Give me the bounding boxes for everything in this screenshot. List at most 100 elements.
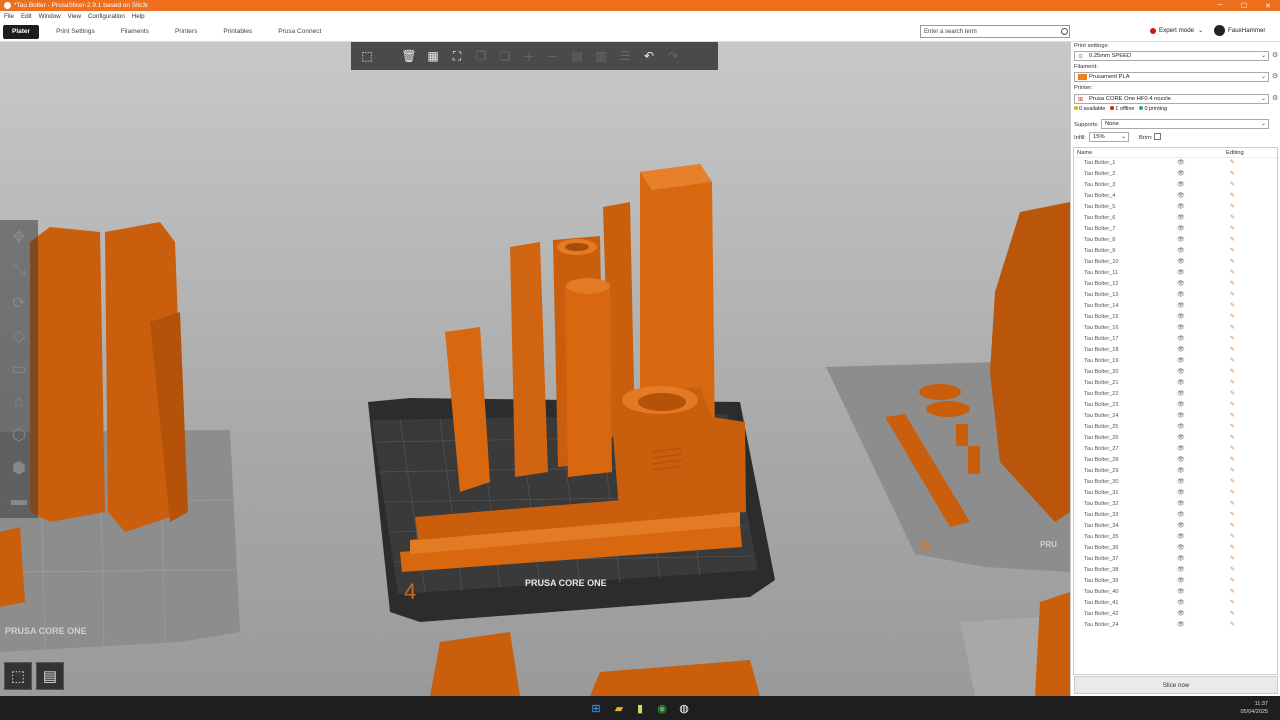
list-item[interactable]: Tau Bolter_22 👁 ✎	[1074, 389, 1277, 400]
search-icon[interactable]	[1061, 28, 1068, 35]
edit-icon[interactable]: ✎	[1230, 500, 1235, 507]
edit-icon[interactable]: ✎	[1230, 621, 1235, 628]
eye-icon[interactable]: 👁	[1177, 599, 1185, 606]
filament-color-swatch[interactable]	[1078, 74, 1087, 80]
tab-printables[interactable]: Printables	[214, 25, 261, 39]
notepad-icon[interactable]: ▮	[633, 701, 647, 715]
edit-icon[interactable]: ✎	[1230, 566, 1235, 573]
edit-icon[interactable]: ✎	[1230, 423, 1235, 430]
eye-icon[interactable]: 👁	[1177, 577, 1185, 584]
redo-icon[interactable]: ↷	[663, 46, 683, 66]
printer-combo[interactable]: ⊞ Prusa CORE One HF0.4 nozzle ⌄	[1074, 94, 1269, 104]
eye-icon[interactable]: 👁	[1177, 434, 1185, 441]
scale-icon[interactable]: ⤡	[0, 253, 38, 286]
list-item[interactable]: Tau Bolter_33 👁 ✎	[1074, 510, 1277, 521]
eye-icon[interactable]: 👁	[1177, 159, 1185, 166]
edit-icon[interactable]: ✎	[1230, 368, 1235, 375]
list-item[interactable]: Tau Bolter_25 👁 ✎	[1074, 422, 1277, 433]
eye-icon[interactable]: 👁	[1177, 247, 1185, 254]
eye-icon[interactable]: 👁	[1177, 489, 1185, 496]
prusaslicer-taskbar-icon[interactable]: ◍	[677, 701, 691, 715]
minimize-button[interactable]: ─	[1208, 0, 1232, 11]
edit-icon[interactable]: ✎	[1230, 379, 1235, 386]
menu-help[interactable]: Help	[132, 13, 145, 20]
list-item[interactable]: Tau Bolter_42 👁 ✎	[1074, 609, 1277, 620]
list-item[interactable]: Tau Bolter_23 👁 ✎	[1074, 400, 1277, 411]
edit-icon[interactable]: ✎	[1230, 544, 1235, 551]
infill-combo[interactable]: 15% ⌄	[1089, 132, 1129, 142]
edit-icon[interactable]: ✎	[1230, 489, 1235, 496]
add-instance-icon[interactable]: ＋	[519, 46, 539, 66]
edit-icon[interactable]: ✎	[1230, 192, 1235, 199]
list-item[interactable]: Tau Bolter_27 👁 ✎	[1074, 444, 1277, 455]
object-list[interactable]: Name Editing Tau Bolter_1 👁 ✎ Tau Bolter_2 👁…	[1073, 147, 1278, 675]
menu-view[interactable]: View	[68, 13, 81, 20]
list-item[interactable]: Tau Bolter_6 👁 ✎	[1074, 213, 1277, 224]
tab-print-settings[interactable]: Print Settings	[47, 25, 104, 39]
edit-icon[interactable]: ✎	[1230, 247, 1235, 254]
seam-painting-icon[interactable]: ⬡	[0, 418, 38, 451]
preview-button[interactable]: ▤	[36, 662, 64, 690]
list-item[interactable]: Tau Bolter_32 👁 ✎	[1074, 499, 1277, 510]
list-item[interactable]: Tau Bolter_11 👁 ✎	[1074, 268, 1277, 279]
eye-icon[interactable]: 👁	[1177, 555, 1185, 562]
eye-icon[interactable]: 👁	[1177, 170, 1185, 177]
list-item[interactable]: Tau Bolter_21 👁 ✎	[1074, 378, 1277, 389]
edit-icon[interactable]: ✎	[1230, 280, 1235, 287]
gear-icon[interactable]: ⚙	[1272, 51, 1278, 59]
eye-icon[interactable]: 👁	[1177, 214, 1185, 221]
eye-icon[interactable]: 👁	[1177, 181, 1185, 188]
list-item[interactable]: Tau Bolter_17 👁 ✎	[1074, 334, 1277, 345]
list-item[interactable]: Tau Bolter_12 👁 ✎	[1074, 279, 1277, 290]
list-item[interactable]: Tau Bolter_8 👁 ✎	[1074, 235, 1277, 246]
list-item[interactable]: Tau Bolter_3 👁 ✎	[1074, 180, 1277, 191]
list-item[interactable]: Tau Bolter_7 👁 ✎	[1074, 224, 1277, 235]
edit-icon[interactable]: ✎	[1230, 181, 1235, 188]
list-item[interactable]: Tau Bolter_41 👁 ✎	[1074, 598, 1277, 609]
edit-icon[interactable]: ✎	[1230, 291, 1235, 298]
edit-icon[interactable]: ✎	[1230, 214, 1235, 221]
place-on-face-icon[interactable]: ◇	[0, 319, 38, 352]
eye-icon[interactable]: 👁	[1177, 335, 1185, 342]
list-item[interactable]: Tau Bolter_28 👁 ✎	[1074, 455, 1277, 466]
edit-icon[interactable]: ✎	[1230, 412, 1235, 419]
eye-icon[interactable]: 👁	[1177, 610, 1185, 617]
windows-start-icon[interactable]: ⊞	[589, 701, 603, 715]
edit-icon[interactable]: ✎	[1230, 203, 1235, 210]
maximize-button[interactable]: ☐	[1232, 0, 1256, 11]
list-item[interactable]: Tau Bolter_24 👁 ✎	[1074, 411, 1277, 422]
list-item[interactable]: Tau Bolter_37 👁 ✎	[1074, 554, 1277, 565]
mesh-icon[interactable]: ⬢	[0, 451, 38, 484]
list-item[interactable]: Tau Bolter_30 👁 ✎	[1074, 477, 1277, 488]
edit-icon[interactable]: ✎	[1230, 555, 1235, 562]
eye-icon[interactable]: 👁	[1177, 258, 1185, 265]
file-explorer-icon[interactable]: ▰	[612, 701, 626, 715]
undo-icon[interactable]: ↶	[639, 46, 659, 66]
gear-icon[interactable]: ⚙	[1272, 72, 1278, 80]
eye-icon[interactable]: 👁	[1177, 445, 1185, 452]
layers-editing-icon[interactable]: ☰	[615, 46, 635, 66]
supports-combo[interactable]: None ⌄	[1101, 119, 1269, 129]
list-item[interactable]: Tau Bolter_34 👁 ✎	[1074, 521, 1277, 532]
edit-icon[interactable]: ✎	[1230, 478, 1235, 485]
list-item[interactable]: Tau Bolter_38 👁 ✎	[1074, 565, 1277, 576]
eye-icon[interactable]: 👁	[1177, 621, 1185, 628]
eye-icon[interactable]: 👁	[1177, 225, 1185, 232]
list-item[interactable]: Tau Bolter_15 👁 ✎	[1074, 312, 1277, 323]
eye-icon[interactable]: 👁	[1177, 456, 1185, 463]
filament-combo[interactable]: Prusament PLA ⌄	[1074, 72, 1269, 82]
close-button[interactable]: ✕	[1256, 0, 1280, 11]
edit-icon[interactable]: ✎	[1230, 346, 1235, 353]
gear-icon[interactable]: ⚙	[1272, 94, 1278, 102]
eye-icon[interactable]: 👁	[1177, 522, 1185, 529]
list-item[interactable]: Tau Bolter_4 👁 ✎	[1074, 191, 1277, 202]
3d-view-button[interactable]: ⬚	[4, 662, 32, 690]
delete-icon[interactable]: 🗑	[399, 46, 419, 66]
edit-icon[interactable]: ✎	[1230, 533, 1235, 540]
arrange-icon[interactable]: ⛶	[447, 46, 467, 66]
list-item[interactable]: Tau Bolter_29 👁 ✎	[1074, 466, 1277, 477]
remove-instance-icon[interactable]: －	[543, 46, 563, 66]
eye-icon[interactable]: 👁	[1177, 533, 1185, 540]
edit-icon[interactable]: ✎	[1230, 610, 1235, 617]
eye-icon[interactable]: 👁	[1177, 302, 1185, 309]
